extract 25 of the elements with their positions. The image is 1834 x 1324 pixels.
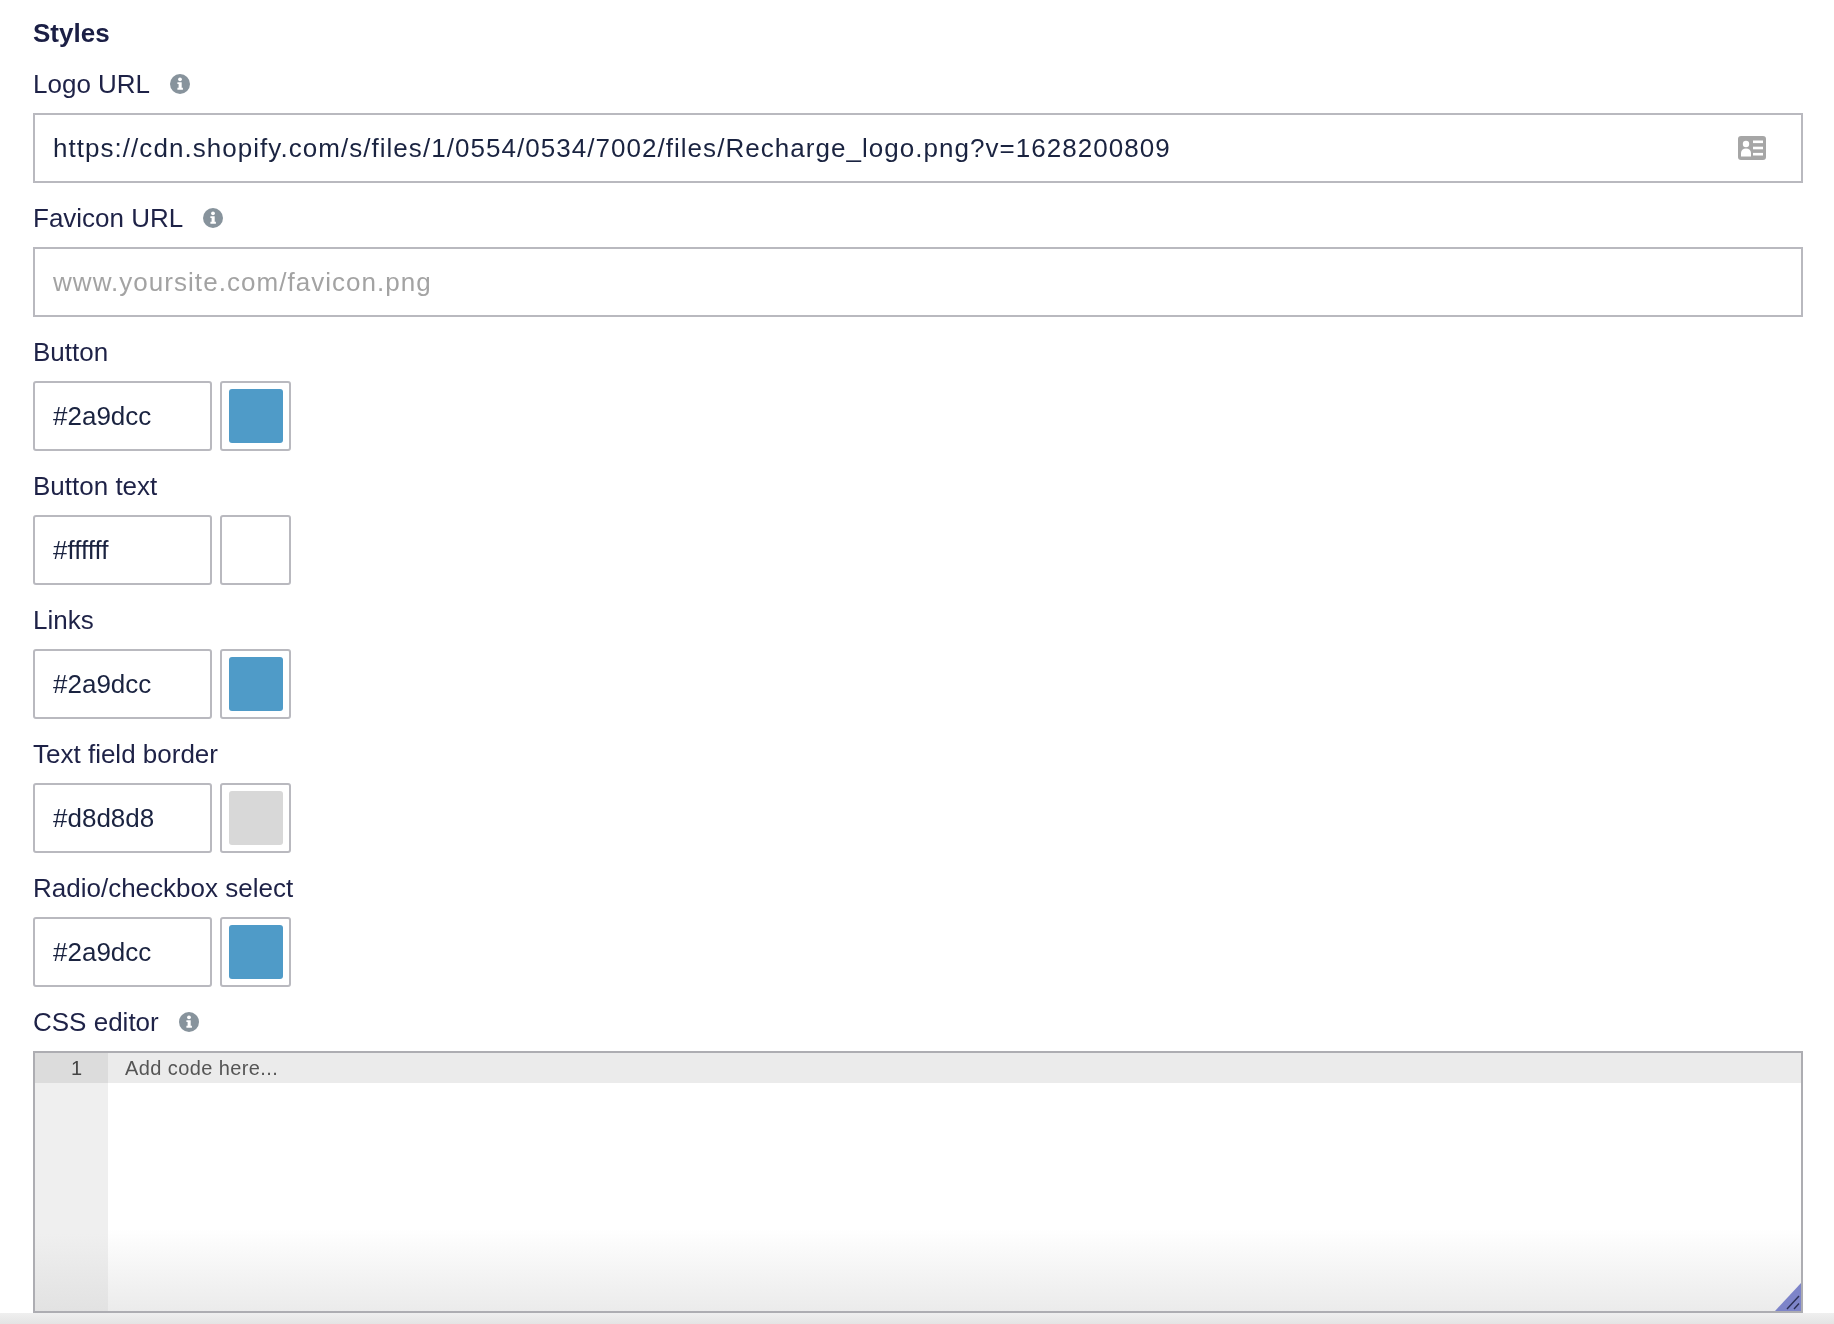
field-label: Links: [33, 605, 94, 635]
field-label: Button: [33, 337, 109, 367]
url-input[interactable]: www.yoursite.com/favicon.png: [33, 247, 1803, 317]
field-label: Text field border: [33, 739, 218, 769]
section-title: Styles: [33, 17, 110, 49]
color-hex-input[interactable]: #2a9dcc: [33, 917, 212, 987]
color-picker-button[interactable]: [220, 783, 291, 853]
info-icon[interactable]: [178, 1012, 199, 1032]
field-label: Radio/checkbox select: [33, 873, 294, 903]
field-label: Button text: [33, 471, 158, 501]
color-picker-button[interactable]: [220, 917, 291, 987]
color-hex-input[interactable]: #2a9dcc: [33, 381, 212, 451]
color-picker-button[interactable]: [220, 515, 291, 585]
info-icon[interactable]: [203, 208, 224, 228]
color-picker-button[interactable]: [220, 381, 291, 451]
color-picker-button[interactable]: [220, 649, 291, 719]
info-icon[interactable]: [170, 74, 191, 94]
color-hex-input[interactable]: #ffffff: [33, 515, 212, 585]
field-label: Logo URL: [33, 69, 151, 99]
contact-card-icon[interactable]: [1738, 136, 1766, 160]
field-label: CSS editor: [33, 1007, 159, 1037]
color-hex-input[interactable]: #d8d8d8: [33, 783, 212, 853]
field-label: Favicon URL: [33, 203, 184, 233]
color-hex-input[interactable]: #2a9dcc: [33, 649, 212, 719]
url-input[interactable]: https://cdn.shopify.com/s/files/1/0554/0534/7002/files/Recharge_logo.png?v=1628200809: [33, 113, 1803, 183]
